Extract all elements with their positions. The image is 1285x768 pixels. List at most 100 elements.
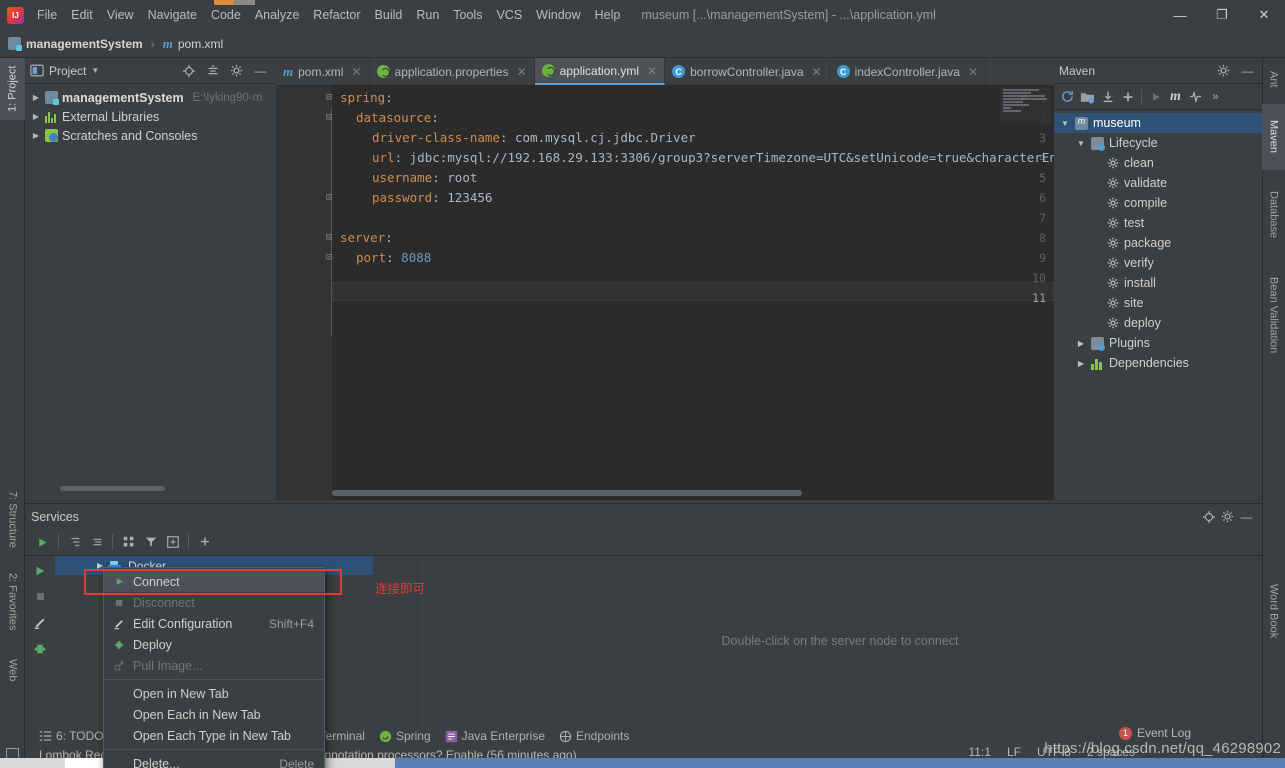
- hide-panel-icon[interactable]: —: [251, 61, 270, 80]
- status-bar-item-6--todo[interactable]: 6: TODO: [39, 729, 104, 743]
- context-menu-item-connect[interactable]: Connect: [104, 571, 324, 592]
- maximize-button[interactable]: ❐: [1201, 0, 1243, 30]
- menu-item-code[interactable]: Code: [204, 4, 248, 26]
- add-maven-project-icon[interactable]: [1078, 87, 1097, 106]
- menu-item-help[interactable]: Help: [588, 4, 628, 26]
- maven-tree-node-museum[interactable]: ▼museum: [1054, 113, 1262, 133]
- editor-tab-application-properties[interactable]: application.properties✕: [370, 58, 535, 85]
- maven-tree-node-install[interactable]: install: [1054, 273, 1262, 293]
- maven-tree-node-package[interactable]: package: [1054, 233, 1262, 253]
- line-separator[interactable]: LF: [1007, 745, 1021, 759]
- code-editor[interactable]: 1⊟spring:2⊟datasource:3driver-class-name…: [276, 86, 1054, 500]
- maven-tree-node-test[interactable]: test: [1054, 213, 1262, 233]
- status-bar-item-endpoints[interactable]: Endpoints: [559, 729, 629, 743]
- code-line[interactable]: spring:: [340, 90, 393, 105]
- context-menu-item-open-in-new-tab[interactable]: Open in New Tab: [104, 683, 324, 704]
- editor-tab-borrowcontroller-java[interactable]: CborrowController.java✕: [665, 58, 829, 85]
- maven-tree-node-deploy[interactable]: deploy: [1054, 313, 1262, 333]
- editor-horizontal-scrollbar[interactable]: [332, 490, 802, 496]
- gear-icon[interactable]: [1214, 61, 1233, 80]
- maven-tree-node-compile[interactable]: compile: [1054, 193, 1262, 213]
- context-menu[interactable]: ConnectDisconnectEdit ConfigurationShift…: [103, 567, 325, 768]
- code-line[interactable]: port: 8088: [340, 250, 431, 265]
- maven-tree-node-verify[interactable]: verify: [1054, 253, 1262, 273]
- breadcrumb-item-project[interactable]: managementSystem: [26, 37, 143, 51]
- breadcrumb[interactable]: managementSystem › m pom.xml: [0, 36, 223, 52]
- maven-tree-node-clean[interactable]: clean: [1054, 153, 1262, 173]
- stop-icon[interactable]: [31, 587, 50, 606]
- code-line[interactable]: password: 123456: [340, 190, 492, 205]
- status-bar-item-terminal[interactable]: Terminal: [320, 729, 365, 743]
- close-icon[interactable]: ✕: [351, 65, 361, 79]
- chevron-down-icon[interactable]: ▼: [1060, 119, 1070, 128]
- execute-maven-goal-icon[interactable]: m: [1166, 87, 1185, 106]
- chevron-right-icon[interactable]: ▶: [31, 93, 41, 102]
- code-line[interactable]: url: jdbc:mysql://192.168.29.133:3306/gr…: [340, 150, 1057, 165]
- menu-item-run[interactable]: Run: [409, 4, 446, 26]
- menu-item-vcs[interactable]: VCS: [489, 4, 529, 26]
- context-menu-item-open-each-type-in-new-tab[interactable]: Open Each Type in New Tab: [104, 725, 324, 746]
- code-line[interactable]: driver-class-name: com.mysql.cj.jdbc.Dri…: [340, 130, 696, 145]
- chevron-right-icon[interactable]: ▶: [31, 131, 41, 140]
- code-fold-icon[interactable]: ⊡: [326, 252, 332, 263]
- download-sources-icon[interactable]: [1098, 87, 1117, 106]
- code-line[interactable]: datasource:: [340, 110, 439, 125]
- project-tree-node[interactable]: ▶managementSystemE:\lyking90-m: [25, 88, 275, 107]
- add-icon[interactable]: [1118, 87, 1137, 106]
- menu-item-file[interactable]: File: [30, 4, 64, 26]
- menu-item-window[interactable]: Window: [529, 4, 587, 26]
- menu-item-edit[interactable]: Edit: [64, 4, 100, 26]
- menu-item-navigate[interactable]: Navigate: [141, 4, 204, 26]
- gear-icon[interactable]: [1218, 507, 1237, 526]
- edit-configuration-icon[interactable]: [31, 613, 50, 632]
- sidebar-item-database[interactable]: Database: [1262, 176, 1285, 254]
- maven-tree-node-dependencies[interactable]: ▶Dependencies: [1054, 353, 1262, 373]
- minimize-button[interactable]: —: [1159, 0, 1201, 30]
- editor-tab-indexcontroller-java[interactable]: CindexController.java✕: [830, 58, 986, 85]
- code-fold-icon[interactable]: ⊟: [326, 112, 332, 123]
- status-bar-item-java-enterprise[interactable]: Java Enterprise: [445, 729, 545, 743]
- menu-item-view[interactable]: View: [100, 4, 141, 26]
- event-log-indicator[interactable]: 1 Event Log: [1119, 726, 1191, 740]
- run-icon[interactable]: [31, 561, 50, 580]
- code-line[interactable]: username: root: [340, 170, 477, 185]
- code-fold-icon[interactable]: ⊟: [326, 232, 332, 243]
- project-horizontal-scrollbar[interactable]: [60, 486, 165, 491]
- sidebar-item-word-book[interactable]: Word Book: [1262, 570, 1285, 652]
- locate-icon[interactable]: [179, 61, 198, 80]
- sidebar-item-bean-validation[interactable]: Bean Validation: [1262, 260, 1285, 370]
- editor-tab-pom-xml[interactable]: mpom.xml✕: [276, 58, 370, 85]
- project-tree-node[interactable]: ▶External Libraries: [25, 107, 275, 126]
- context-menu-item-deploy[interactable]: Deploy: [104, 634, 324, 655]
- menu-bar[interactable]: FileEditViewNavigateCodeAnalyzeRefactorB…: [30, 0, 627, 30]
- group-icon[interactable]: [119, 533, 138, 552]
- maven-tree-node-validate[interactable]: validate: [1054, 173, 1262, 193]
- sidebar-item-ant[interactable]: Ant: [1262, 58, 1285, 100]
- run-icon[interactable]: [1146, 87, 1165, 106]
- maven-tree-node-plugins[interactable]: ▶Plugins: [1054, 333, 1262, 353]
- code-fold-icon[interactable]: ⊟: [326, 92, 332, 103]
- hide-panel-icon[interactable]: —: [1237, 507, 1256, 526]
- sidebar-item-favorites[interactable]: 2: Favorites: [0, 564, 25, 640]
- breadcrumb-item-file[interactable]: pom.xml: [178, 37, 223, 51]
- maven-tree-node-site[interactable]: site: [1054, 293, 1262, 313]
- locate-icon[interactable]: [1199, 507, 1218, 526]
- menu-item-tools[interactable]: Tools: [446, 4, 489, 26]
- close-button[interactable]: ✕: [1243, 0, 1285, 30]
- project-tree-node[interactable]: ▶Scratches and Consoles: [25, 126, 275, 145]
- close-icon[interactable]: ✕: [517, 65, 527, 79]
- hide-panel-icon[interactable]: —: [1238, 61, 1257, 80]
- caret-position[interactable]: 11:1: [968, 745, 990, 759]
- run-icon[interactable]: [33, 533, 52, 552]
- toggle-skip-tests-icon[interactable]: [1186, 87, 1205, 106]
- chevron-down-icon[interactable]: ▼: [1076, 139, 1086, 148]
- close-icon[interactable]: ✕: [968, 65, 978, 79]
- menu-item-build[interactable]: Build: [368, 4, 410, 26]
- close-icon[interactable]: ✕: [647, 64, 657, 78]
- context-menu-item-edit-configuration[interactable]: Edit ConfigurationShift+F4: [104, 613, 324, 634]
- code-line[interactable]: server:: [340, 230, 393, 245]
- filter-icon[interactable]: [141, 533, 160, 552]
- event-log-label[interactable]: Event Log: [1137, 726, 1191, 740]
- maven-tree-node-lifecycle[interactable]: ▼Lifecycle: [1054, 133, 1262, 153]
- close-icon[interactable]: ✕: [812, 65, 822, 79]
